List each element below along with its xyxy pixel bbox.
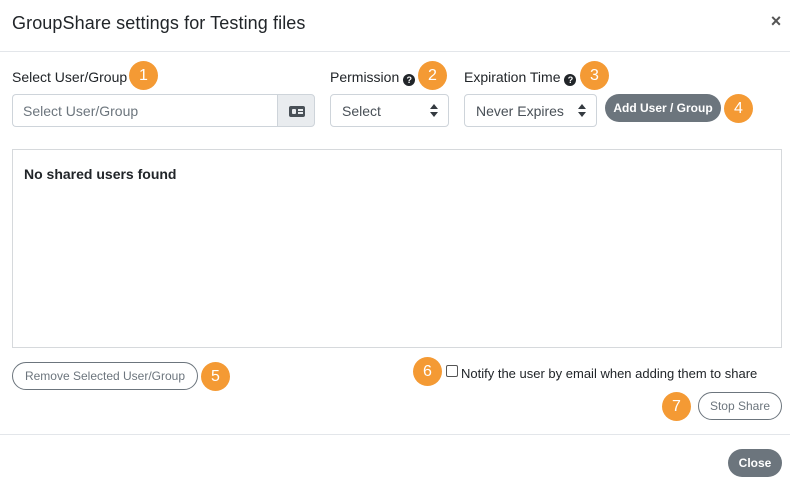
help-icon[interactable]: ?	[403, 74, 416, 86]
expiration-label-text: Expiration Time	[464, 69, 561, 85]
close-button[interactable]: Close	[728, 449, 782, 477]
contact-card-icon	[289, 106, 305, 117]
step-badge-2: 2	[418, 61, 447, 90]
user-group-input[interactable]	[12, 94, 278, 127]
permission-select[interactable]: Select	[330, 94, 449, 127]
step-badge-3: 3	[580, 61, 609, 90]
remove-selected-button[interactable]: Remove Selected User/Group	[12, 362, 198, 390]
step-badge-6: 6	[413, 357, 442, 386]
stop-share-button[interactable]: Stop Share	[698, 392, 782, 420]
help-icon[interactable]: ?	[564, 74, 577, 86]
notify-label: Notify the user by email when adding the…	[461, 366, 758, 381]
step-badge-1: 1	[129, 61, 158, 90]
step-badge-4: 4	[724, 94, 753, 123]
step-badge-7: 7	[662, 392, 691, 421]
expiration-label: Expiration Time?	[464, 69, 577, 86]
select-caret-icon	[578, 104, 586, 118]
notify-checkbox[interactable]	[446, 365, 458, 377]
empty-state-message: No shared users found	[24, 166, 177, 182]
permission-label: Permission?	[330, 69, 416, 86]
permission-label-text: Permission	[330, 69, 400, 85]
select-caret-icon	[430, 104, 438, 118]
user-group-input-group	[12, 94, 315, 127]
expiration-select[interactable]: Never Expires	[464, 94, 597, 127]
user-group-picker-button[interactable]	[277, 94, 315, 127]
permission-selected-value: Select	[342, 103, 381, 119]
step-badge-5: 5	[201, 362, 230, 391]
modal-title: GroupShare settings for Testing files	[12, 13, 306, 33]
add-user-group-button[interactable]: Add User / Group	[605, 94, 721, 122]
modal-header: GroupShare settings for Testing files ×	[0, 0, 790, 52]
user-group-label: Select User/Group	[12, 69, 128, 85]
close-icon[interactable]: ×	[769, 12, 783, 30]
shared-users-list: No shared users found	[12, 149, 782, 348]
footer-divider	[0, 434, 790, 435]
expiration-selected-value: Never Expires	[476, 103, 564, 119]
groupshare-settings-modal: GroupShare settings for Testing files × …	[0, 0, 790, 486]
